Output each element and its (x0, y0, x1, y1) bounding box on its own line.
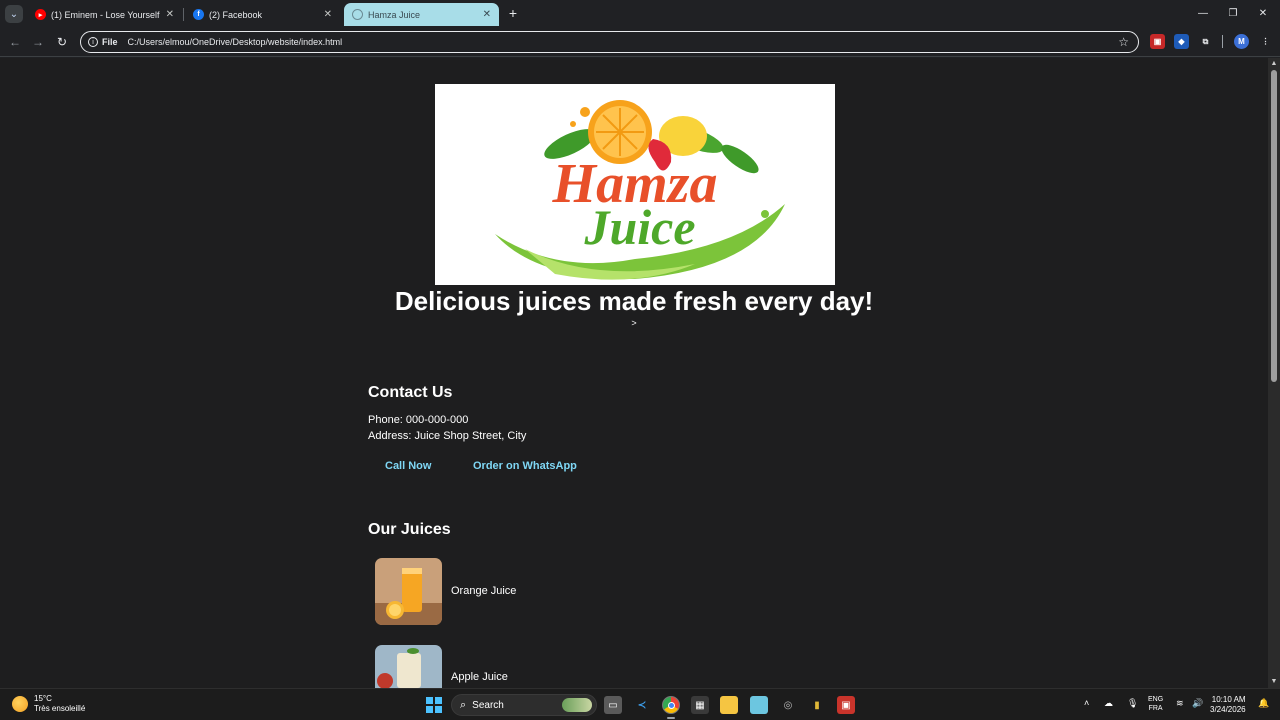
page-viewport: Hamza Juice Delicious juices made fresh … (0, 58, 1268, 688)
contact-address: Address: Juice Shop Street, City (368, 430, 527, 442)
onedrive-icon[interactable]: ☁ (1104, 698, 1113, 709)
bookmark-star-icon[interactable]: ☆ (1118, 35, 1129, 49)
juices-title: Our Juices (368, 521, 451, 538)
address-bar[interactable]: i File C:/Users/elmou/OneDrive/Desktop/w… (80, 31, 1139, 53)
apple-juice-image (375, 645, 442, 688)
stray-mark: > (631, 318, 637, 328)
restore-icon[interactable]: ❐ (1218, 4, 1248, 22)
close-icon[interactable]: ✕ (324, 9, 332, 20)
forward-arrow-icon[interactable]: → (29, 33, 47, 51)
orange-juice-image (375, 558, 442, 625)
browser-toolbar: ← → ↻ i File C:/Users/elmou/OneDrive/Des… (0, 28, 1280, 57)
contact-title: Contact Us (368, 384, 453, 401)
microphone-icon[interactable]: 🎙 (1127, 698, 1138, 709)
back-arrow-icon[interactable]: ← (6, 33, 24, 51)
weather-widget[interactable]: 15°C Très ensoleillé (12, 694, 85, 714)
juice-name-orange: Orange Juice (451, 585, 517, 597)
wifi-icon[interactable]: ≋ (1176, 698, 1184, 709)
tab-facebook[interactable]: f (2) Facebook ✕ (185, 3, 340, 26)
youtube-icon: ▸ (35, 9, 46, 20)
minimize-icon[interactable]: — (1188, 4, 1218, 22)
sun-icon (12, 696, 28, 712)
facebook-icon: f (193, 9, 204, 20)
search-label: Search (472, 699, 504, 711)
volume-icon[interactable]: 🔊 (1192, 698, 1203, 709)
toolbar-divider (1222, 35, 1223, 48)
search-highlight-image (562, 698, 592, 712)
taskbar-search[interactable]: ⌕ Search (451, 694, 597, 716)
profile-initial: M (1238, 37, 1245, 46)
reload-icon[interactable]: ↻ (53, 33, 71, 51)
scroll-down-arrow-icon[interactable]: ▼ (1270, 678, 1278, 686)
snipping-tool-icon[interactable] (750, 696, 768, 714)
file-explorer-icon[interactable] (720, 696, 738, 714)
close-icon[interactable]: ✕ (483, 9, 491, 20)
search-icon: ⌕ (460, 698, 467, 711)
windows-taskbar: 15°C Très ensoleillé ⌕ Search ▭ ≺ ▦ ◎ ▮ … (0, 688, 1280, 720)
tray-chevron-up-icon[interactable]: ˄ (1084, 698, 1089, 708)
profile-avatar[interactable]: M (1234, 34, 1249, 49)
notification-bell-icon[interactable]: 🔔 (1258, 698, 1269, 709)
chrome-icon[interactable] (662, 696, 680, 714)
whatsapp-order-button[interactable]: Order on WhatsApp (473, 460, 577, 472)
clock-date: 3/24/2026 (1210, 705, 1246, 714)
info-icon[interactable]: i (88, 37, 98, 47)
tab-title: (1) Eminem - Lose Yourself [HD] (51, 9, 160, 20)
page-headline: Delicious juices made fresh every day! (394, 286, 874, 316)
store-icon[interactable]: ▦ (691, 696, 709, 714)
logo-line2: Juice (583, 199, 695, 255)
lang-line2: FRA (1148, 705, 1163, 712)
call-now-button[interactable]: Call Now (385, 460, 431, 472)
tab-hamza-juice[interactable]: Hamza Juice ✕ (344, 3, 499, 26)
task-view-icon[interactable]: ▭ (604, 696, 622, 714)
app-yellow-icon[interactable]: ▮ (808, 696, 826, 714)
tab-title: Hamza Juice (368, 9, 421, 20)
extension-shield-icon[interactable]: ◆ (1174, 34, 1189, 49)
windows-start-icon[interactable] (425, 696, 443, 714)
contact-phone: Phone: 000-000-000 (368, 414, 469, 426)
globe-icon (352, 9, 363, 20)
app-circle-icon[interactable]: ◎ (779, 696, 797, 714)
tab-strip: ⌄ ▸ (1) Eminem - Lose Yourself [HD] ✕ f … (0, 0, 1280, 28)
scheme-chip: File (102, 37, 118, 47)
page-scrollbar[interactable]: ▲ ▼ (1268, 58, 1280, 688)
scroll-up-arrow-icon[interactable]: ▲ (1270, 60, 1278, 68)
vscode-icon[interactable]: ≺ (633, 696, 651, 714)
lang-line1: ENG (1148, 696, 1164, 703)
url-text[interactable]: C:/Users/elmou/OneDrive/Desktop/website/… (128, 37, 343, 47)
logo-art: Hamza Juice (495, 100, 785, 280)
tab-divider (183, 8, 184, 21)
weather-condition: Très ensoleillé (34, 704, 86, 713)
system-clock[interactable]: 10:10 AM 3/24/2026 (1210, 695, 1246, 715)
weather-temp: 15°C (34, 694, 52, 703)
close-window-icon[interactable]: ✕ (1248, 4, 1278, 22)
clock-time: 10:10 AM (1211, 695, 1246, 704)
scroll-thumb[interactable] (1271, 70, 1277, 382)
juice-name-apple: Apple Juice (451, 671, 508, 683)
input-language[interactable]: ENG FRA (1148, 695, 1163, 713)
new-tab-button[interactable]: + (505, 5, 521, 21)
menu-kebab-icon[interactable]: ⋮ (1258, 34, 1273, 49)
extensions-puzzle-icon[interactable]: ⧉ (1198, 34, 1213, 49)
extension-red-icon[interactable]: ▣ (1150, 34, 1165, 49)
app-red-window-icon[interactable]: ▣ (837, 696, 855, 714)
close-icon[interactable]: ✕ (166, 9, 174, 20)
chrome-active-indicator (667, 717, 675, 719)
tab-search-chevron-icon[interactable]: ⌄ (5, 5, 23, 23)
tab-title: (2) Facebook (209, 9, 263, 20)
hamza-juice-logo: Hamza Juice (435, 84, 835, 285)
tab-youtube[interactable]: ▸ (1) Eminem - Lose Yourself [HD] ✕ (27, 3, 182, 26)
